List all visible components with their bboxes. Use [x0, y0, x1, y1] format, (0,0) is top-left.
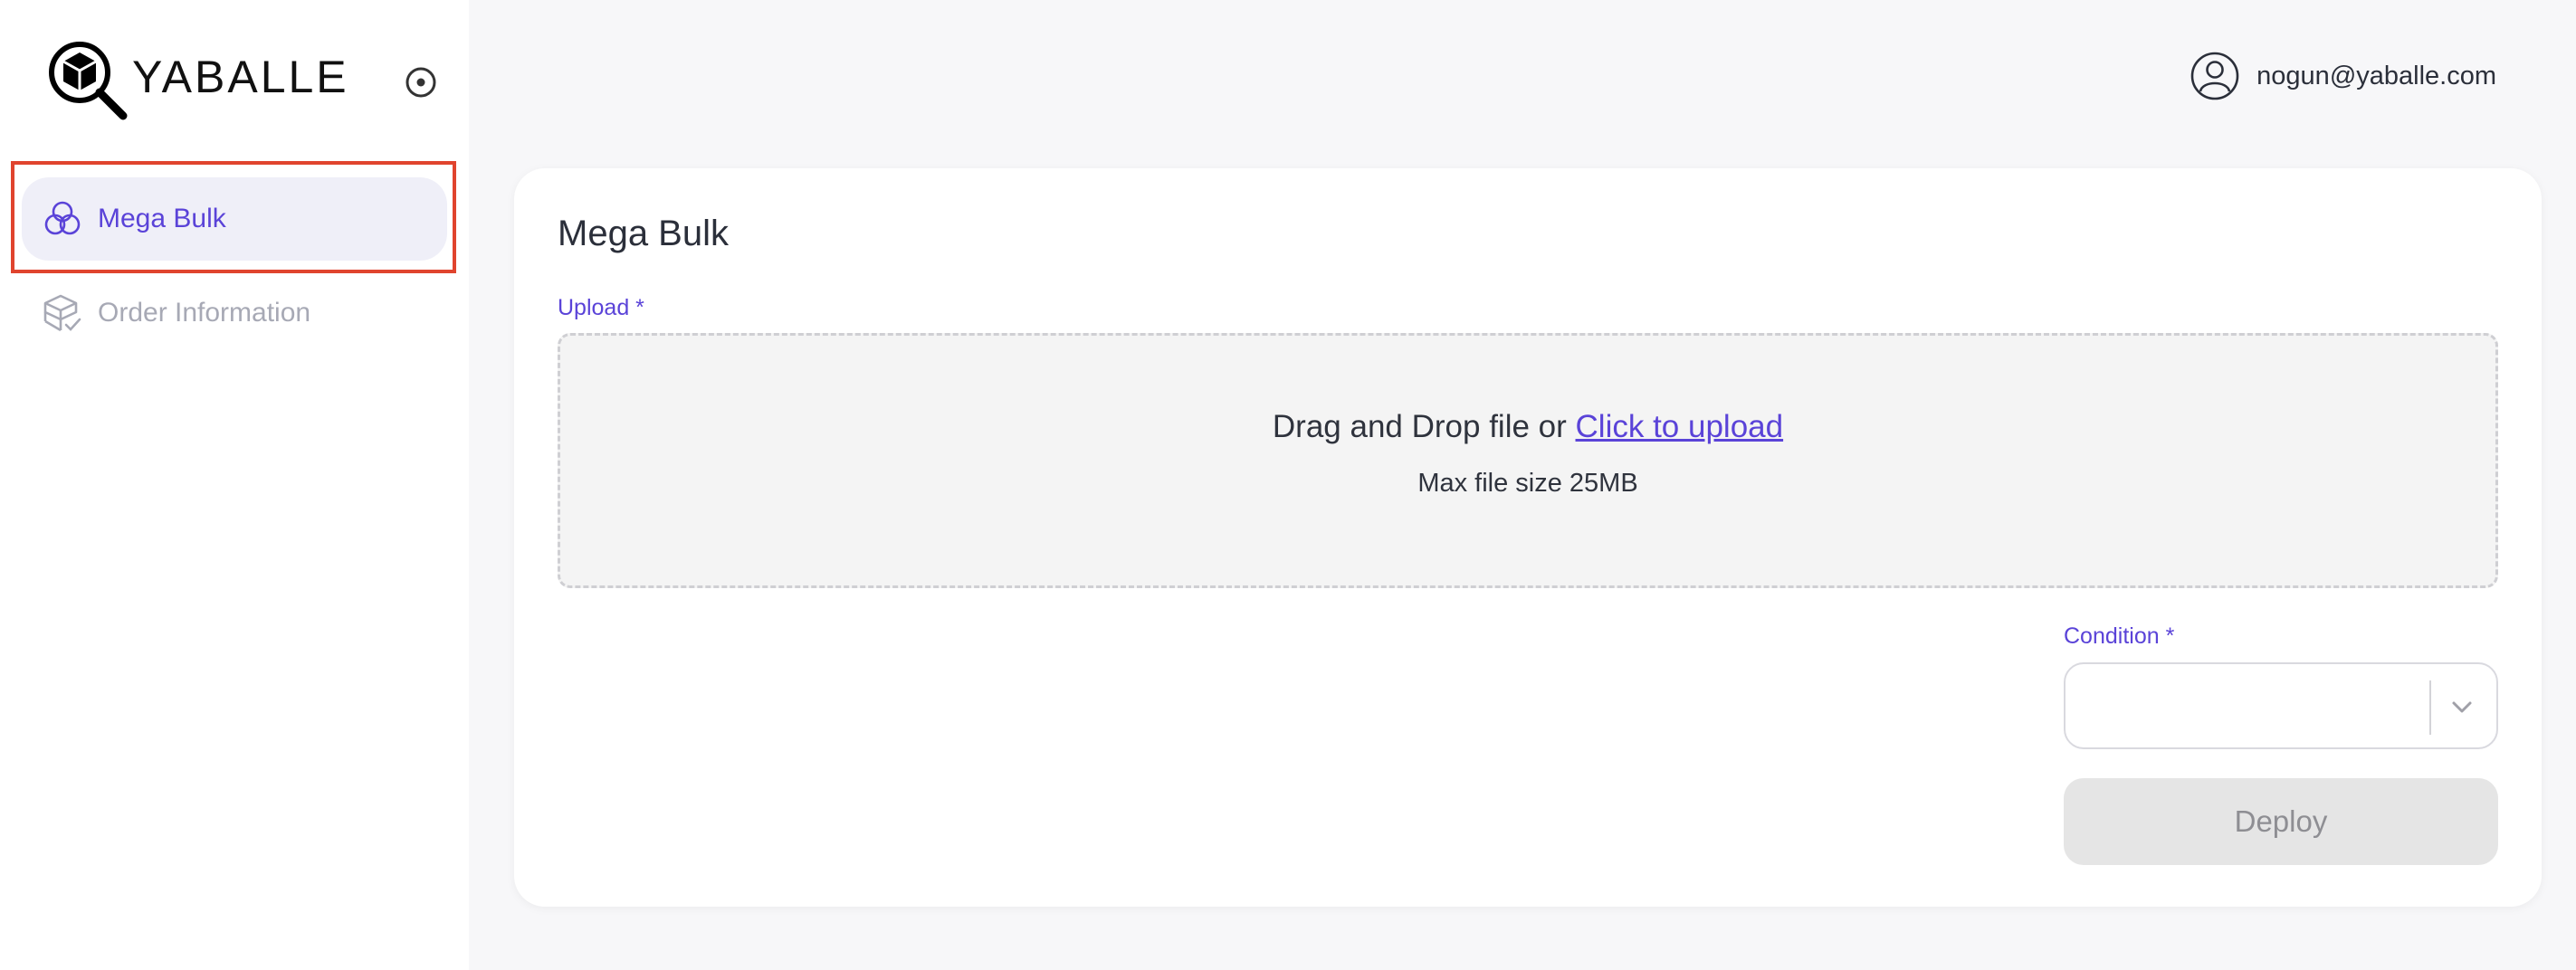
sidebar-item-mega-bulk[interactable]: Mega Bulk: [22, 177, 447, 261]
sidebar-item-order-information[interactable]: Order Information: [22, 271, 447, 355]
dropzone-text-line: Drag and Drop file or Click to upload: [1273, 409, 1783, 445]
condition-label: Condition *: [2064, 623, 2175, 649]
sidebar-item-label: Mega Bulk: [98, 204, 226, 233]
user-email: nogun@yaballe.com: [2256, 61, 2496, 90]
select-separator: [2429, 680, 2431, 735]
circles-icon: [44, 201, 81, 235]
magnifier-box-logo-icon: [49, 42, 128, 120]
collapse-sidebar-button[interactable]: [404, 65, 438, 100]
drag-drop-text: Drag and Drop file or: [1272, 408, 1576, 444]
logo[interactable]: YABALLE: [45, 38, 349, 125]
file-dropzone[interactable]: Drag and Drop file or Click to upload Ma…: [558, 333, 2498, 588]
deploy-button[interactable]: Deploy: [2064, 778, 2498, 865]
condition-select[interactable]: [2064, 662, 2498, 749]
user-menu[interactable]: nogun@yaballe.com: [2190, 47, 2496, 105]
click-to-upload-link[interactable]: Click to upload: [1576, 409, 1784, 444]
max-file-size-text: Max file size 25MB: [1417, 468, 1638, 498]
package-check-icon: [43, 294, 81, 332]
chevron-down-icon[interactable]: [2446, 691, 2478, 724]
sidebar-item-label: Order Information: [98, 298, 311, 328]
logo-text: YABALLE: [132, 52, 349, 102]
upload-label: Upload *: [558, 295, 644, 320]
mega-bulk-card: Mega Bulk Upload * Drag and Drop file or…: [514, 168, 2542, 907]
page-title: Mega Bulk: [558, 214, 729, 253]
user-avatar-icon: [2190, 52, 2239, 100]
circle-dot-icon: [405, 67, 436, 98]
sidebar: YABALLE Mega Bulk Order Information: [0, 0, 469, 970]
